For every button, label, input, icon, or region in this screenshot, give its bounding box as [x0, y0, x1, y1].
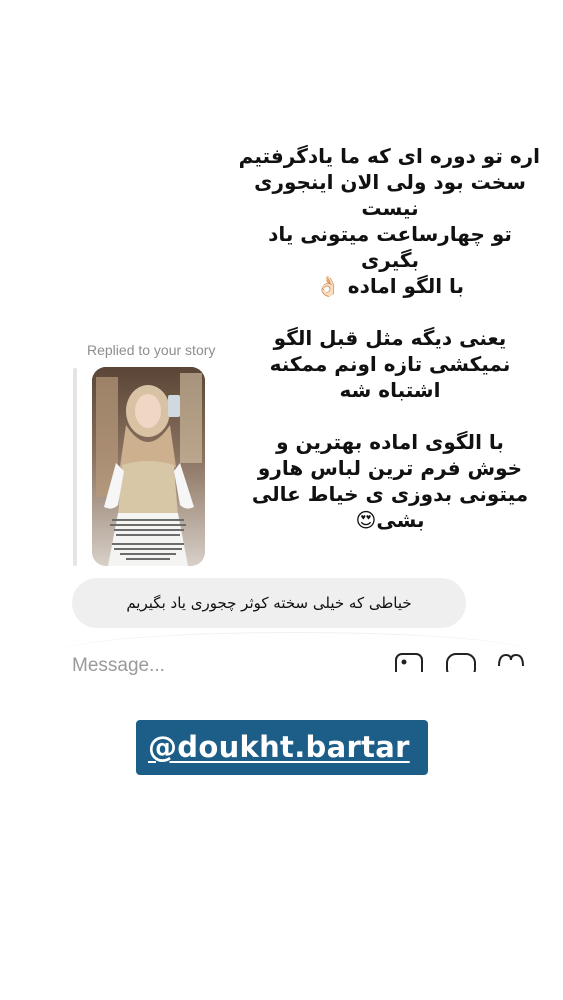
- reply-quote-bar: [73, 368, 77, 566]
- story-line: با الگو اماده 👌🏻: [315, 274, 465, 298]
- story-thumbnail-image: [92, 367, 205, 566]
- story-line: نمیکشی تازه اونم ممکنه: [269, 352, 511, 376]
- story-line: تو چهارساعت میتونی یاد: [268, 222, 512, 246]
- mention-sticker[interactable]: @doukht.bartar: [136, 720, 428, 775]
- story-line: میتونی بدوزی ی خیاط عالی: [251, 482, 529, 506]
- replied-label: Replied to your story: [87, 342, 216, 358]
- story-line: نیست: [361, 196, 419, 220]
- story-line: با الگوی اماده بهترین و: [276, 430, 504, 454]
- story-spacer: [240, 299, 540, 325]
- story-line: بگیری: [360, 248, 420, 272]
- story-line: بشی😍: [355, 508, 425, 532]
- story-thumbnail[interactable]: [92, 367, 205, 566]
- story-line: خوش فرم ترین لباس هارو: [257, 456, 523, 480]
- heart-icon[interactable]: [496, 652, 526, 676]
- story-spacer: [240, 403, 540, 429]
- story-line: اشتباه شه: [339, 378, 441, 402]
- story-line: اره تو دوره ای که ما یادگرفتیم: [238, 144, 540, 168]
- sticker-icon[interactable]: [445, 652, 477, 679]
- story-line: یعنی دیگه مثل قبل الگو: [273, 326, 507, 350]
- story-text: اره تو دوره ای که ما یادگرفتیم سخت بود و…: [238, 143, 540, 533]
- mention-handle[interactable]: @doukht.bartar: [148, 730, 410, 764]
- photo-icon[interactable]: [394, 652, 424, 679]
- message-input[interactable]: [72, 654, 292, 678]
- message-bubble[interactable]: خیاطی که خیلی سخته کوثر چجوری یاد بگیریم: [72, 578, 466, 628]
- story-line: سخت بود ولی الان اینجوری: [254, 170, 526, 194]
